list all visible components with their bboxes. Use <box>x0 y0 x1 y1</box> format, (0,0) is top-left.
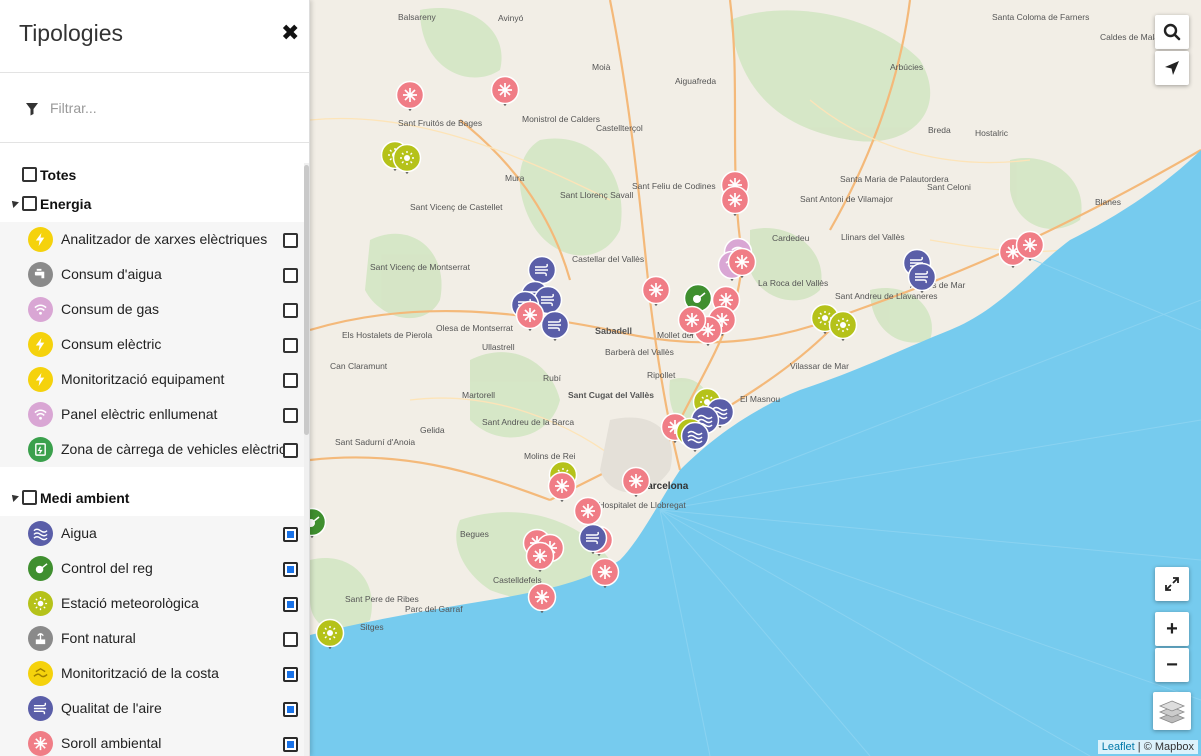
group-label-energia: Energia <box>40 196 92 212</box>
lightning-icon <box>28 367 53 392</box>
search-icon[interactable] <box>1155 15 1189 49</box>
map-markers-layer <box>310 75 1045 650</box>
filter-icon <box>26 103 38 116</box>
lightning-icon <box>28 332 53 357</box>
typology-checkbox-soroll-ambiental[interactable] <box>283 737 298 752</box>
typology-checkbox-monitoritzacio-de-la-costa[interactable] <box>283 667 298 682</box>
group-checkbox-energia[interactable] <box>22 196 37 211</box>
layers-icon[interactable] <box>1153 692 1191 730</box>
map-view[interactable]: Balsareny Avinyó Santa Coloma de Farners… <box>310 0 1201 756</box>
faucet-icon <box>28 262 53 287</box>
map-marker-wind-icon[interactable] <box>540 310 570 342</box>
map-marker-noise-icon[interactable] <box>590 557 620 589</box>
typology-checkbox-zona-de-carrega-de-vehicles-electrics[interactable] <box>283 443 298 458</box>
water-waves-icon <box>28 521 53 546</box>
map-marker-sun-icon[interactable] <box>315 618 345 650</box>
map-marker-sun-icon[interactable] <box>392 143 422 175</box>
sidebar-title: Tipologies <box>19 20 123 46</box>
watering-can-icon <box>28 556 53 581</box>
map-marker-noise-icon[interactable] <box>395 80 425 112</box>
wifi-icon <box>28 297 53 322</box>
map-marker-noise-icon[interactable] <box>720 185 750 217</box>
close-icon[interactable]: ✖ <box>281 22 299 44</box>
noise-icon <box>28 731 53 756</box>
typology-checkbox-analitzador-de-xarxes-electriques[interactable] <box>283 233 298 248</box>
charging-station-icon <box>28 437 53 462</box>
typology-checkbox-panel-electric-enllumenat[interactable] <box>283 408 298 423</box>
filter-input[interactable] <box>48 97 288 119</box>
typology-checkbox-consum-de-gas[interactable] <box>283 303 298 318</box>
group-checkbox-medi-ambient[interactable] <box>22 490 37 505</box>
map-attribution: Leaflet | © Mapbox <box>1097 740 1198 754</box>
typology-label-monitoritzacio-equipament: Monitorització equipament <box>61 371 225 387</box>
map-marker-noise-icon[interactable] <box>641 275 671 307</box>
typology-checkbox-font-natural[interactable] <box>283 632 298 647</box>
typology-checkbox-control-del-reg[interactable] <box>283 562 298 577</box>
sun-icon <box>28 591 53 616</box>
leaflet-link[interactable]: Leaflet <box>1102 741 1135 753</box>
wind-icon <box>28 696 53 721</box>
map-marker-noise-icon[interactable] <box>515 300 545 332</box>
group-collapse-caret[interactable] <box>9 492 19 502</box>
group-collapse-caret[interactable] <box>9 198 19 208</box>
coast-icon <box>28 661 53 686</box>
map-marker-sun-icon[interactable] <box>828 310 858 342</box>
typology-label-consum-electric: Consum elèctric <box>61 336 162 352</box>
lightning-icon <box>28 227 53 252</box>
typology-checkbox-qualitat-de-l-aire[interactable] <box>283 702 298 717</box>
group-list-energia: Analitzador de xarxes elèctriques Consum … <box>0 222 304 467</box>
typology-checkbox-estacio-meteorologica[interactable] <box>283 597 298 612</box>
typology-label-control-del-reg: Control del reg <box>61 560 153 576</box>
typology-label-aigua: Aigua <box>61 525 97 541</box>
fullscreen-icon[interactable] <box>1155 567 1189 601</box>
attribution-text: | © Mapbox <box>1134 741 1194 753</box>
group-label-medi-ambient: Medi ambient <box>40 490 130 506</box>
map-marker-noise-icon[interactable] <box>525 541 555 573</box>
wifi-icon <box>28 402 53 427</box>
map-marker-noise-icon[interactable] <box>490 75 520 107</box>
map-marker-noise-icon[interactable] <box>573 496 603 528</box>
map-marker-noise-icon[interactable] <box>527 582 557 614</box>
typology-checkbox-aigua[interactable] <box>283 527 298 542</box>
zoom-out-button[interactable]: − <box>1155 648 1189 682</box>
typology-checkbox-consum-d-aigua[interactable] <box>283 268 298 283</box>
sidebar-header: Tipologies ✖ <box>0 0 309 73</box>
typology-label-analitzador-de-xarxes-electriques: Analitzador de xarxes elèctriques <box>61 231 268 247</box>
typology-label-zona-de-carrega-de-vehicles-electrics: Zona de càrrega de vehicles elèctrics <box>61 441 293 457</box>
typology-checkbox-consum-electric[interactable] <box>283 338 298 353</box>
typology-label-qualitat-de-l-aire: Qualitat de l'aire <box>61 700 162 716</box>
typology-label-consum-d-aigua: Consum d'aigua <box>61 266 162 282</box>
typology-label-estacio-meteorologica: Estació meteorològica <box>61 595 199 611</box>
group-list-medi-ambient: Aigua Control del reg Estació meteorològic… <box>0 516 304 756</box>
typology-label-panel-electric-enllumenat: Panel elèctric enllumenat <box>61 406 218 422</box>
all-label: Totes <box>40 167 77 183</box>
map-marker-water-waves-icon[interactable] <box>680 421 710 453</box>
typology-label-monitoritzacio-de-la-costa: Monitorització de la costa <box>61 665 219 681</box>
all-checkbox[interactable] <box>22 167 37 182</box>
locate-arrow-icon[interactable] <box>1155 51 1189 85</box>
typologies-sidebar: Tipologies ✖ Totes Energia Analitzador d… <box>0 0 310 756</box>
fountain-icon <box>28 626 53 651</box>
typology-label-soroll-ambiental: Soroll ambiental <box>61 735 162 751</box>
filter-bar <box>0 73 309 143</box>
typology-label-consum-de-gas: Consum de gas <box>61 301 160 317</box>
sidebar-scrollbar-thumb[interactable] <box>304 165 309 435</box>
map-marker-noise-icon[interactable] <box>547 471 577 503</box>
map-marker-wind-icon[interactable] <box>907 262 937 294</box>
typology-checkbox-monitoritzacio-equipament[interactable] <box>283 373 298 388</box>
zoom-in-button[interactable]: + <box>1155 612 1189 646</box>
typology-label-font-natural: Font natural <box>61 630 136 646</box>
map-marker-noise-icon[interactable] <box>621 466 651 498</box>
map-marker-watering-can-icon[interactable] <box>310 507 327 539</box>
